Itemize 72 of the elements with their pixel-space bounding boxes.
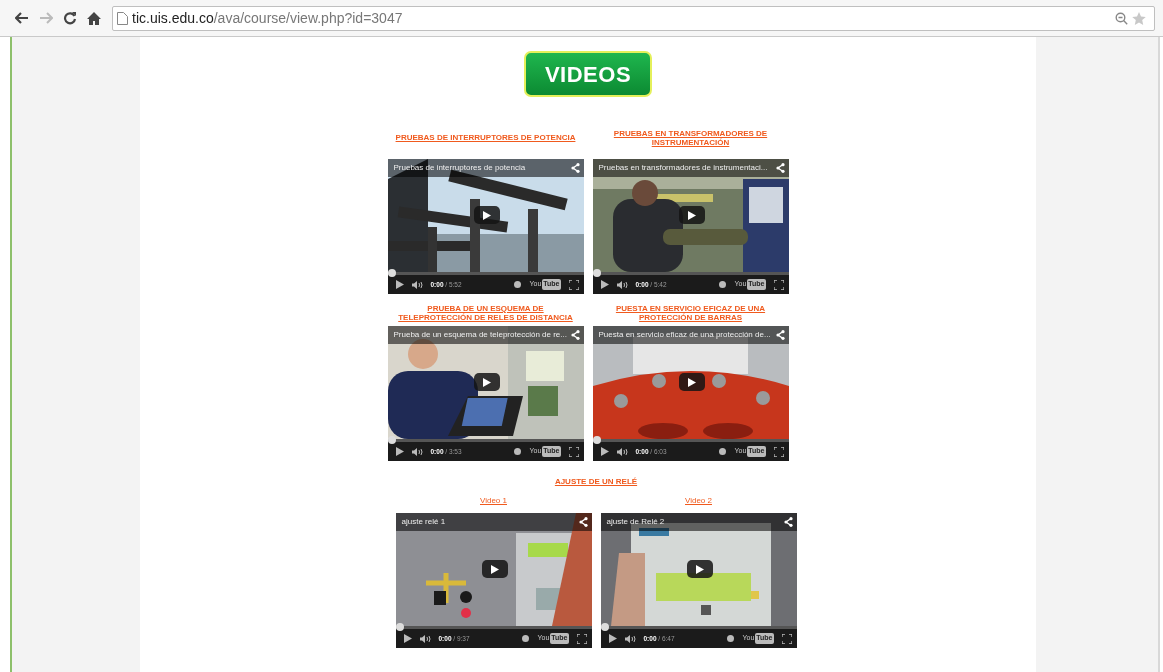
progress-handle[interactable]: [387, 269, 396, 277]
progress-handle[interactable]: [592, 269, 601, 277]
play-icon[interactable]: [600, 447, 609, 456]
play-button[interactable]: [473, 373, 500, 391]
share-icon[interactable]: [578, 517, 588, 528]
progress-track[interactable]: [387, 439, 584, 442]
volume-icon[interactable]: [616, 280, 628, 289]
video-title: Pruebas en transformadores de instrumentaci...: [598, 162, 769, 174]
progress-handle[interactable]: [387, 436, 396, 444]
fullscreen-icon[interactable]: [576, 633, 587, 644]
url-text: tic.uis.edu.co/ava/course/view.php?id=3047: [132, 8, 403, 28]
play-button[interactable]: [678, 373, 705, 391]
progress-handle[interactable]: [395, 623, 404, 632]
volume-icon[interactable]: [411, 447, 423, 456]
volume-icon[interactable]: [419, 634, 431, 643]
progress-handle[interactable]: [600, 623, 609, 632]
videos-heading: VIDEOS: [524, 51, 652, 97]
fullscreen-icon[interactable]: [773, 279, 784, 290]
info-icon[interactable]: [719, 448, 727, 455]
play-button[interactable]: [686, 560, 713, 579]
back-icon[interactable]: [15, 12, 29, 24]
progress-track[interactable]: [592, 439, 789, 442]
fullscreen-icon[interactable]: [568, 279, 579, 290]
video-link[interactable]: Video 2: [685, 496, 712, 514]
home-icon[interactable]: [87, 11, 101, 25]
play-icon: [687, 377, 696, 387]
play-icon: [687, 210, 696, 220]
info-icon[interactable]: [522, 635, 530, 643]
play-button[interactable]: [678, 206, 705, 224]
info-icon[interactable]: [719, 281, 727, 288]
share-icon[interactable]: [775, 330, 785, 340]
info-icon[interactable]: [514, 448, 522, 455]
volume-icon[interactable]: [624, 634, 636, 643]
play-icon[interactable]: [403, 634, 412, 644]
fullscreen-icon[interactable]: [773, 446, 784, 457]
section-link[interactable]: AJUSTE DE UN RELÉ: [554, 477, 638, 487]
play-button[interactable]: [481, 560, 508, 579]
play-icon[interactable]: [395, 280, 404, 289]
volume-icon[interactable]: [411, 280, 423, 289]
video-title: ajuste relé 1: [401, 516, 447, 529]
progress-track[interactable]: [592, 272, 789, 275]
info-icon[interactable]: [514, 281, 522, 288]
video-link[interactable]: Video 1: [480, 496, 507, 514]
play-icon: [695, 564, 704, 574]
video-title: ajuste de Relé 2: [606, 516, 666, 529]
video-title: Pruebas de interruptores de potencia: [393, 162, 527, 174]
bookmark-star-icon[interactable]: [1132, 11, 1146, 25]
zoom-out-icon[interactable]: [1115, 11, 1128, 25]
share-icon[interactable]: [775, 163, 785, 173]
play-icon: [482, 210, 491, 220]
video-title: Prueba de un esquema de teleprotección de re...: [393, 329, 568, 341]
play-icon: [490, 564, 499, 574]
info-icon[interactable]: [727, 635, 735, 643]
page-icon: [117, 11, 128, 25]
play-icon[interactable]: [600, 280, 609, 289]
progress-handle[interactable]: [592, 436, 601, 444]
progress-track[interactable]: [600, 626, 797, 630]
progress-track[interactable]: [387, 272, 584, 275]
fullscreen-icon[interactable]: [568, 446, 579, 457]
volume-icon[interactable]: [616, 447, 628, 456]
fullscreen-icon[interactable]: [781, 633, 792, 644]
share-icon[interactable]: [570, 163, 580, 173]
address-bar[interactable]: tic.uis.edu.co/ava/course/view.php?id=3047: [112, 5, 1155, 31]
play-icon[interactable]: [395, 447, 404, 456]
video-title: Puesta en servicio eficaz de una protección de...: [598, 329, 772, 341]
play-button[interactable]: [473, 206, 500, 224]
progress-track[interactable]: [395, 626, 592, 630]
share-icon[interactable]: [570, 330, 580, 340]
play-icon: [482, 377, 491, 387]
reload-icon[interactable]: [63, 11, 77, 25]
play-icon[interactable]: [608, 634, 617, 644]
share-icon[interactable]: [783, 517, 793, 528]
